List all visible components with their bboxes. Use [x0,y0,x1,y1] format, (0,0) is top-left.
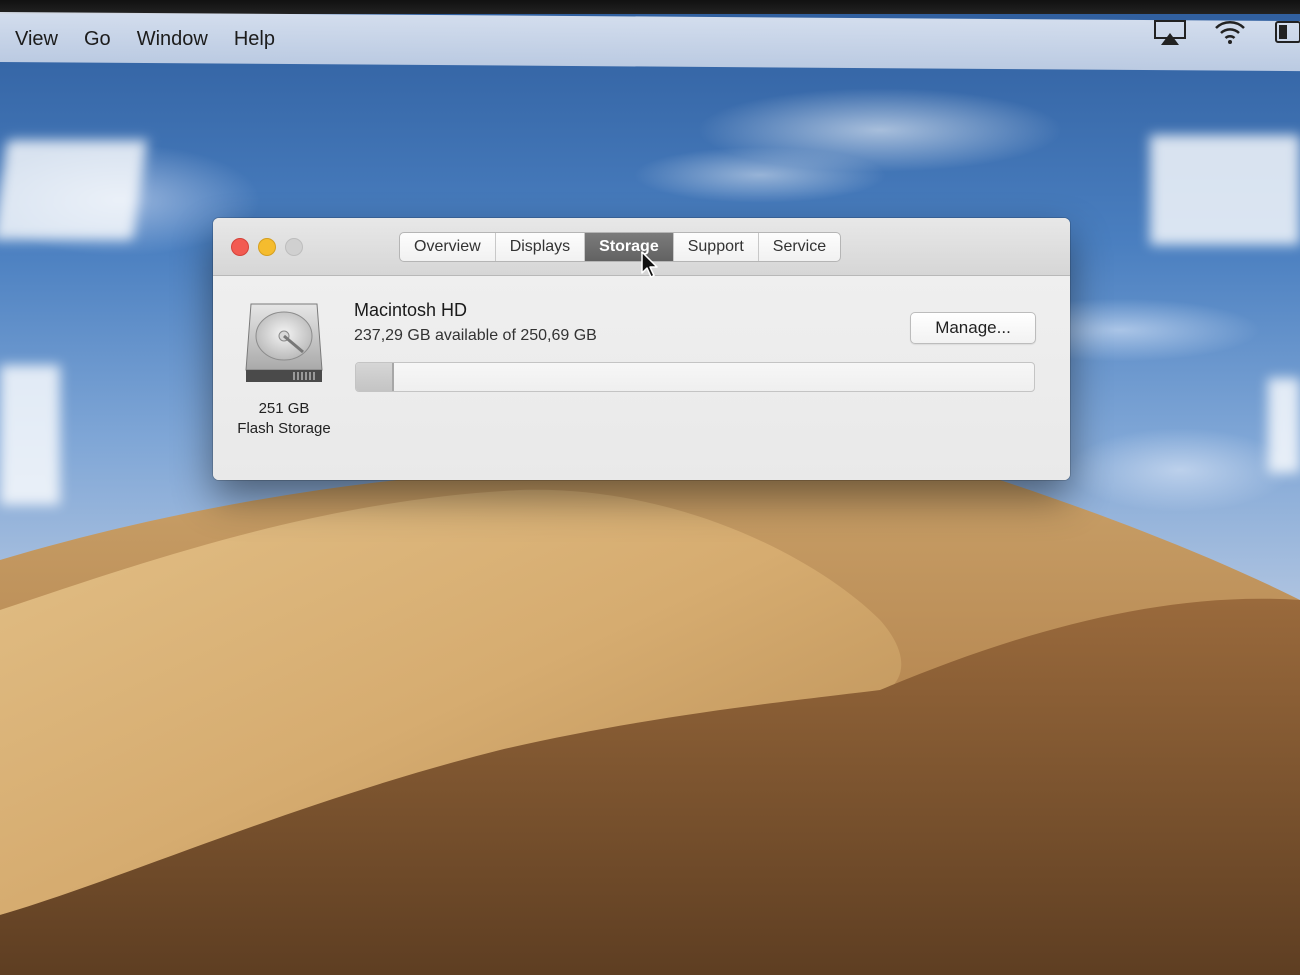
menu-bar-items: View Go Window Help [15,28,301,51]
tab-overview[interactable]: Overview [400,233,496,261]
tab-storage[interactable]: Storage [585,233,674,261]
desktop-wallpaper-dunes [0,470,1300,975]
hard-drive-icon [243,300,325,384]
airplay-icon[interactable] [1154,20,1186,46]
storage-panel: 251 GB Flash Storage Macintosh HD 237,29… [213,276,1070,480]
storage-usage-bar [355,362,1035,392]
wifi-icon[interactable] [1214,19,1246,45]
tab-service[interactable]: Service [759,233,840,261]
mouse-pointer-icon [641,251,659,284]
tab-support[interactable]: Support [674,233,759,261]
manage-button[interactable]: Manage... [910,312,1036,344]
zoom-window-button[interactable] [285,238,303,256]
battery-icon[interactable] [1274,20,1300,44]
menu-view[interactable]: View [15,28,58,51]
desktop: View Go Window Help Overview Displays St… [0,0,1300,975]
close-window-button[interactable] [231,238,249,256]
disk-capacity-label: 251 GB [258,400,310,417]
menu-window[interactable]: Window [137,28,208,51]
volume-availability: 237,29 GB available of 250,69 GB [354,327,597,344]
tab-bar: Overview Displays Storage Support Servic… [399,232,842,262]
volume-name: Macintosh HD [354,300,468,320]
menu-go[interactable]: Go [84,28,111,51]
tab-displays[interactable]: Displays [496,233,586,261]
storage-used-segment [356,363,395,391]
disk-type-label: Flash Storage [237,420,331,437]
menu-bar-status-icons [1154,12,1300,46]
screen-bezel [0,0,1300,14]
menu-help[interactable]: Help [234,28,275,51]
minimize-window-button[interactable] [258,238,276,256]
